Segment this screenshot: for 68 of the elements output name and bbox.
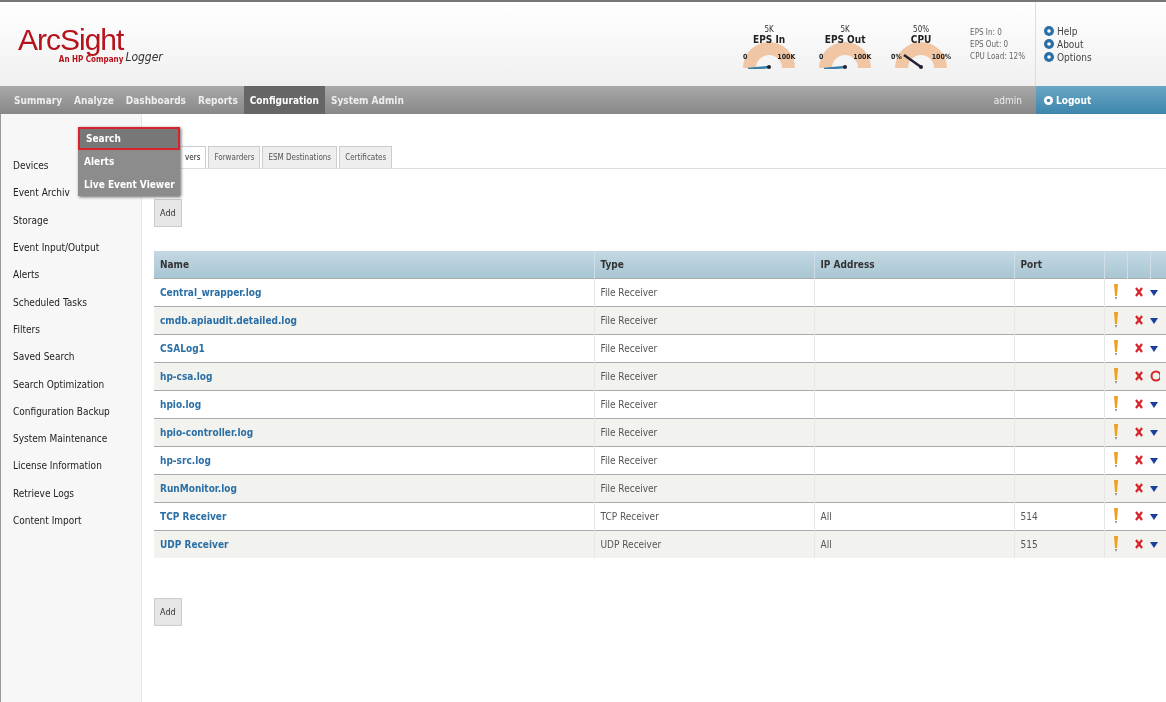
table-cell: File Receiver [594,306,814,335]
table-cell: 515 [1014,530,1104,558]
help-icon [1044,26,1054,36]
stat-text: CPU Load: 12% [970,51,1025,61]
delete-icon[interactable] [1134,482,1143,493]
header-link[interactable]: Options [1057,51,1092,63]
delete-icon[interactable] [1134,342,1143,353]
delete-icon[interactable] [1134,426,1143,437]
column-header: IP Address [814,251,1014,279]
table-cell: File Receiver [594,418,814,447]
delete-icon[interactable] [1134,314,1143,325]
receiver-name-link[interactable]: RunMonitor.log [154,474,594,503]
username: admin [992,93,1023,108]
receiver-name-link[interactable]: cmdb.apiaudit.detailed.log [154,306,594,335]
delete-icon[interactable] [1134,398,1143,409]
delete-icon[interactable] [1134,510,1143,521]
sidebar-item[interactable]: Event Input/Output [13,233,141,262]
sidebar-item[interactable]: Scheduled Tasks [13,288,141,316]
delete-icon[interactable] [1134,286,1143,297]
column-header: Name [154,251,594,279]
receiver-name-link[interactable]: hp-csa.log [154,362,594,391]
logo-tagline: An HP Company [58,55,124,64]
receiver-name-link[interactable]: hpio-controller.log [154,418,594,447]
add-button[interactable]: Add [154,598,182,626]
sidebar-item[interactable]: Retrieve Logs [13,479,141,507]
sidebar-item[interactable]: System Maintenance [13,424,141,453]
header-link[interactable]: About [1057,38,1084,50]
logout-icon [1044,95,1053,105]
sidebar-item[interactable]: Alerts [13,261,141,289]
menu-item[interactable]: Search [78,127,180,150]
tab[interactable]: Forwarders [208,146,261,168]
stat-text: EPS In: 0 [970,27,1003,37]
nav-tab[interactable]: Configuration [243,86,325,114]
gauge-title: EPS Out [824,34,866,45]
stop-icon[interactable] [1150,369,1160,382]
delete-icon[interactable] [1134,454,1143,465]
sidebar-item[interactable]: Storage [13,206,141,234]
sidebar-item[interactable]: Content Import [13,506,141,535]
gauge-dial-drawing [818,42,873,69]
sidebar-item[interactable]: License Information [13,452,141,480]
delete-icon[interactable] [1134,370,1143,381]
gauge-title: CPU [910,34,932,45]
delete-icon[interactable] [1134,538,1143,549]
table-cell: File Receiver [594,362,814,391]
gauge-scale-label: 5K [840,25,850,34]
sidebar-item[interactable]: Search Optimization [13,370,141,398]
info-icon [1044,39,1054,49]
sidebar-item[interactable]: Saved Search [13,343,141,371]
table-cell: UDP Receiver [594,530,814,558]
gauge-title: EPS In [753,34,786,45]
gauge-scale-label: 5K [764,25,774,34]
options-icon [1044,52,1054,62]
tab[interactable]: Certificates [339,146,393,168]
stat-text: EPS Out: 0 [970,39,1010,49]
product-name: Logger [125,50,163,66]
gauge-scale-label: 50% [913,25,930,34]
column-header: Port [1014,251,1104,279]
sidebar-item[interactable]: Configuration Backup [13,397,141,425]
gauge-dial-drawing [742,42,797,69]
header-link[interactable]: Help [1057,25,1078,37]
add-button[interactable]: Add [154,199,182,227]
table-cell: All [814,530,1014,558]
sidebar-item[interactable]: Filters [13,315,141,344]
tab[interactable]: ESM Destinations [262,146,338,168]
receiver-name-link[interactable]: UDP Receiver [154,530,594,558]
column-header: Type [594,251,814,279]
logo-wordmark: ArcSight [18,25,124,55]
table-cell: File Receiver [594,474,814,503]
